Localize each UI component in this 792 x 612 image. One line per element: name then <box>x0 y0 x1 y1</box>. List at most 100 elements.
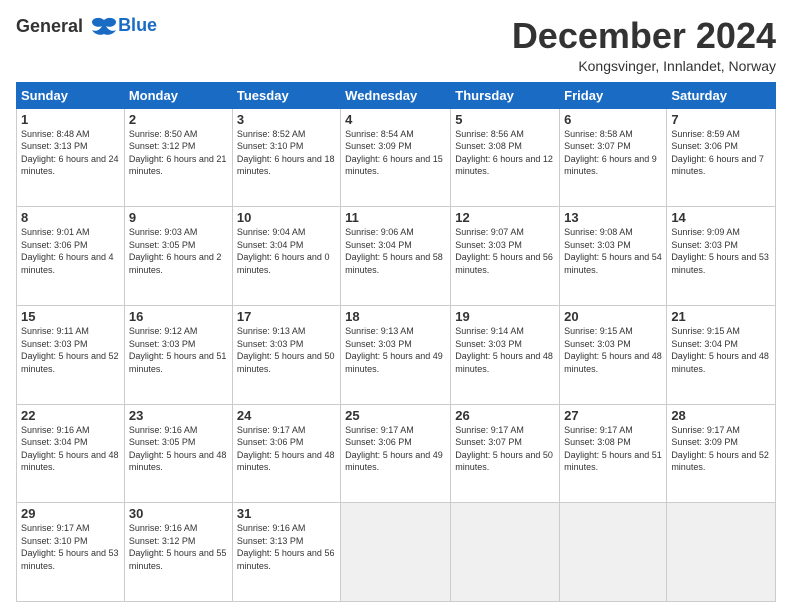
logo: General Blue <box>16 16 157 38</box>
day-number: 23 <box>129 408 228 423</box>
day-info: Sunrise: 9:14 AMSunset: 3:03 PMDaylight:… <box>455 325 555 375</box>
day-number: 31 <box>237 506 336 521</box>
day-number: 10 <box>237 210 336 225</box>
calendar-cell: 18Sunrise: 9:13 AMSunset: 3:03 PMDayligh… <box>341 305 451 404</box>
day-info: Sunrise: 9:06 AMSunset: 3:04 PMDaylight:… <box>345 226 446 276</box>
calendar-cell: 14Sunrise: 9:09 AMSunset: 3:03 PMDayligh… <box>667 207 776 306</box>
calendar-cell: 3Sunrise: 8:52 AMSunset: 3:10 PMDaylight… <box>232 108 340 207</box>
calendar-cell: 11Sunrise: 9:06 AMSunset: 3:04 PMDayligh… <box>341 207 451 306</box>
day-number: 3 <box>237 112 336 127</box>
day-info: Sunrise: 9:12 AMSunset: 3:03 PMDaylight:… <box>129 325 228 375</box>
day-info: Sunrise: 9:17 AMSunset: 3:09 PMDaylight:… <box>671 424 771 474</box>
day-info: Sunrise: 9:16 AMSunset: 3:12 PMDaylight:… <box>129 522 228 572</box>
calendar-cell: 20Sunrise: 9:15 AMSunset: 3:03 PMDayligh… <box>560 305 667 404</box>
day-number: 20 <box>564 309 662 324</box>
day-number: 25 <box>345 408 446 423</box>
logo-blue: Blue <box>118 15 157 35</box>
logo-general: General <box>16 16 83 36</box>
calendar-week-row: 15Sunrise: 9:11 AMSunset: 3:03 PMDayligh… <box>17 305 776 404</box>
day-number: 1 <box>21 112 120 127</box>
calendar-body: 1Sunrise: 8:48 AMSunset: 3:13 PMDaylight… <box>17 108 776 601</box>
day-info: Sunrise: 9:13 AMSunset: 3:03 PMDaylight:… <box>237 325 336 375</box>
calendar-cell: 19Sunrise: 9:14 AMSunset: 3:03 PMDayligh… <box>451 305 560 404</box>
calendar-cell: 26Sunrise: 9:17 AMSunset: 3:07 PMDayligh… <box>451 404 560 503</box>
day-info: Sunrise: 9:16 AMSunset: 3:04 PMDaylight:… <box>21 424 120 474</box>
day-number: 19 <box>455 309 555 324</box>
logo-bird-icon <box>90 16 118 38</box>
calendar-cell: 22Sunrise: 9:16 AMSunset: 3:04 PMDayligh… <box>17 404 125 503</box>
calendar-week-row: 8Sunrise: 9:01 AMSunset: 3:06 PMDaylight… <box>17 207 776 306</box>
day-number: 16 <box>129 309 228 324</box>
day-info: Sunrise: 9:08 AMSunset: 3:03 PMDaylight:… <box>564 226 662 276</box>
day-number: 6 <box>564 112 662 127</box>
calendar-cell: 23Sunrise: 9:16 AMSunset: 3:05 PMDayligh… <box>124 404 232 503</box>
weekday-header-monday: Monday <box>124 82 232 108</box>
day-info: Sunrise: 9:17 AMSunset: 3:08 PMDaylight:… <box>564 424 662 474</box>
day-info: Sunrise: 9:13 AMSunset: 3:03 PMDaylight:… <box>345 325 446 375</box>
calendar-cell: 25Sunrise: 9:17 AMSunset: 3:06 PMDayligh… <box>341 404 451 503</box>
day-info: Sunrise: 9:04 AMSunset: 3:04 PMDaylight:… <box>237 226 336 276</box>
day-info: Sunrise: 9:17 AMSunset: 3:10 PMDaylight:… <box>21 522 120 572</box>
day-number: 24 <box>237 408 336 423</box>
day-number: 15 <box>21 309 120 324</box>
day-number: 14 <box>671 210 771 225</box>
calendar-cell: 13Sunrise: 9:08 AMSunset: 3:03 PMDayligh… <box>560 207 667 306</box>
calendar-cell: 30Sunrise: 9:16 AMSunset: 3:12 PMDayligh… <box>124 503 232 602</box>
day-info: Sunrise: 8:59 AMSunset: 3:06 PMDaylight:… <box>671 128 771 178</box>
day-info: Sunrise: 9:16 AMSunset: 3:05 PMDaylight:… <box>129 424 228 474</box>
calendar-cell: 15Sunrise: 9:11 AMSunset: 3:03 PMDayligh… <box>17 305 125 404</box>
calendar-week-row: 29Sunrise: 9:17 AMSunset: 3:10 PMDayligh… <box>17 503 776 602</box>
calendar-cell: 10Sunrise: 9:04 AMSunset: 3:04 PMDayligh… <box>232 207 340 306</box>
calendar-cell: 1Sunrise: 8:48 AMSunset: 3:13 PMDaylight… <box>17 108 125 207</box>
weekday-header-thursday: Thursday <box>451 82 560 108</box>
calendar-cell <box>341 503 451 602</box>
day-number: 4 <box>345 112 446 127</box>
calendar-cell: 31Sunrise: 9:16 AMSunset: 3:13 PMDayligh… <box>232 503 340 602</box>
weekday-header-tuesday: Tuesday <box>232 82 340 108</box>
calendar-cell: 27Sunrise: 9:17 AMSunset: 3:08 PMDayligh… <box>560 404 667 503</box>
day-info: Sunrise: 9:16 AMSunset: 3:13 PMDaylight:… <box>237 522 336 572</box>
day-info: Sunrise: 9:07 AMSunset: 3:03 PMDaylight:… <box>455 226 555 276</box>
calendar-week-row: 22Sunrise: 9:16 AMSunset: 3:04 PMDayligh… <box>17 404 776 503</box>
calendar-cell: 17Sunrise: 9:13 AMSunset: 3:03 PMDayligh… <box>232 305 340 404</box>
day-number: 21 <box>671 309 771 324</box>
weekday-header-saturday: Saturday <box>667 82 776 108</box>
day-info: Sunrise: 9:17 AMSunset: 3:06 PMDaylight:… <box>345 424 446 474</box>
day-info: Sunrise: 9:15 AMSunset: 3:04 PMDaylight:… <box>671 325 771 375</box>
weekday-header-friday: Friday <box>560 82 667 108</box>
day-info: Sunrise: 8:56 AMSunset: 3:08 PMDaylight:… <box>455 128 555 178</box>
day-info: Sunrise: 9:01 AMSunset: 3:06 PMDaylight:… <box>21 226 120 276</box>
calendar-cell: 12Sunrise: 9:07 AMSunset: 3:03 PMDayligh… <box>451 207 560 306</box>
day-number: 29 <box>21 506 120 521</box>
day-info: Sunrise: 8:50 AMSunset: 3:12 PMDaylight:… <box>129 128 228 178</box>
title-block: December 2024 Kongsvinger, Innlandet, No… <box>512 16 776 74</box>
calendar-subtitle: Kongsvinger, Innlandet, Norway <box>512 58 776 74</box>
weekday-header-wednesday: Wednesday <box>341 82 451 108</box>
calendar-cell: 7Sunrise: 8:59 AMSunset: 3:06 PMDaylight… <box>667 108 776 207</box>
weekday-header-sunday: Sunday <box>17 82 125 108</box>
day-info: Sunrise: 9:09 AMSunset: 3:03 PMDaylight:… <box>671 226 771 276</box>
day-number: 7 <box>671 112 771 127</box>
day-number: 17 <box>237 309 336 324</box>
calendar-cell: 6Sunrise: 8:58 AMSunset: 3:07 PMDaylight… <box>560 108 667 207</box>
day-info: Sunrise: 8:48 AMSunset: 3:13 PMDaylight:… <box>21 128 120 178</box>
page: General Blue December 2024 Kongsvinger, … <box>0 0 792 612</box>
day-number: 18 <box>345 309 446 324</box>
calendar-cell: 2Sunrise: 8:50 AMSunset: 3:12 PMDaylight… <box>124 108 232 207</box>
calendar-cell: 29Sunrise: 9:17 AMSunset: 3:10 PMDayligh… <box>17 503 125 602</box>
calendar-cell: 24Sunrise: 9:17 AMSunset: 3:06 PMDayligh… <box>232 404 340 503</box>
day-number: 27 <box>564 408 662 423</box>
calendar-cell <box>560 503 667 602</box>
day-info: Sunrise: 9:03 AMSunset: 3:05 PMDaylight:… <box>129 226 228 276</box>
calendar-week-row: 1Sunrise: 8:48 AMSunset: 3:13 PMDaylight… <box>17 108 776 207</box>
day-number: 9 <box>129 210 228 225</box>
calendar-cell: 8Sunrise: 9:01 AMSunset: 3:06 PMDaylight… <box>17 207 125 306</box>
day-info: Sunrise: 9:17 AMSunset: 3:07 PMDaylight:… <box>455 424 555 474</box>
day-number: 26 <box>455 408 555 423</box>
calendar-cell: 28Sunrise: 9:17 AMSunset: 3:09 PMDayligh… <box>667 404 776 503</box>
day-info: Sunrise: 9:11 AMSunset: 3:03 PMDaylight:… <box>21 325 120 375</box>
day-number: 5 <box>455 112 555 127</box>
calendar-cell <box>451 503 560 602</box>
day-info: Sunrise: 8:54 AMSunset: 3:09 PMDaylight:… <box>345 128 446 178</box>
calendar-header: SundayMondayTuesdayWednesdayThursdayFrid… <box>17 82 776 108</box>
